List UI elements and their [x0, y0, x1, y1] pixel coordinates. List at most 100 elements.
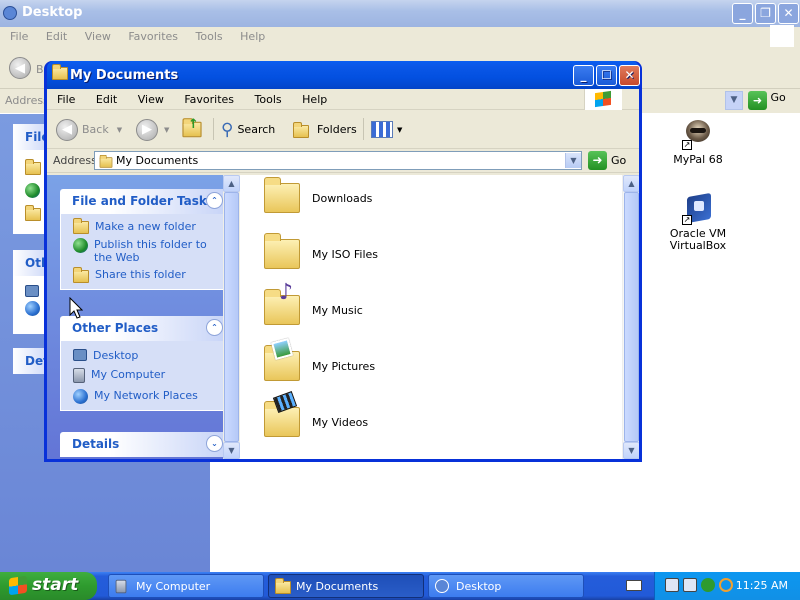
windows-flag-icon	[584, 89, 622, 110]
file-folder-tasks-panel: File and Folder Tasks ⌃ Make a new folde…	[60, 189, 228, 290]
menu-view[interactable]: View	[138, 93, 164, 106]
bg-menu-edit[interactable]: Edit	[46, 30, 67, 43]
background-window-title: Desktop	[22, 5, 83, 20]
task-label: Desktop	[456, 580, 502, 593]
up-arrow-icon: ↑	[188, 117, 199, 132]
bg-desktop-icon	[25, 285, 39, 297]
my-computer-link[interactable]: My Computer	[73, 368, 227, 383]
ie-icon	[3, 6, 17, 20]
desktop-icon-virtualbox[interactable]: ↗ Oracle VM VirtualBox	[664, 192, 732, 252]
address-value: My Documents	[116, 154, 199, 167]
file-folder-tasks-heading[interactable]: File and Folder Tasks ⌃	[60, 189, 228, 214]
scroll-up-arrow-icon[interactable]: ▲	[223, 175, 240, 192]
menu-file[interactable]: File	[57, 93, 75, 106]
new-folder-icon	[73, 218, 89, 234]
my-computer-icon	[115, 579, 127, 594]
folders-button[interactable]: Folders	[293, 117, 357, 142]
list-item-my-iso-files[interactable]: My ISO Files	[264, 233, 464, 269]
bg-address-dropdown[interactable]: ▼	[725, 91, 743, 110]
background-menubar: File Edit View Favorites Tools Help	[0, 27, 800, 47]
scroll-down-arrow-icon[interactable]: ▼	[623, 442, 639, 459]
minimize-button[interactable]: _	[573, 65, 594, 86]
menu-tools[interactable]: Tools	[255, 93, 282, 106]
keyboard-icon[interactable]	[626, 580, 642, 591]
list-item-my-pictures[interactable]: My Pictures	[264, 337, 464, 381]
menu-help[interactable]: Help	[302, 93, 327, 106]
window-title: My Documents	[70, 68, 179, 83]
back-button[interactable]: ◀ Back ▼	[56, 117, 122, 142]
windows-logo-icon	[9, 575, 27, 596]
file-list-scroll-thumb[interactable]	[624, 192, 639, 442]
publish-folder-label: Publish this folder to the Web	[94, 238, 207, 264]
bg-menu-help[interactable]: Help	[240, 30, 265, 43]
bg-menu-file[interactable]: File	[10, 30, 28, 43]
system-tray: 11:25 AM	[654, 572, 800, 600]
desktop-icon-virtualbox-label: Oracle VM VirtualBox	[669, 227, 727, 252]
task-desktop[interactable]: Desktop	[428, 574, 584, 598]
search-label: Search	[237, 123, 276, 136]
virtualbox-icon: ↗	[682, 192, 714, 225]
desktop-icon-mypal[interactable]: ↗ MyPal 68	[668, 118, 728, 166]
address-input[interactable]: My Documents ▼	[94, 151, 582, 170]
scroll-up-arrow-icon[interactable]: ▲	[623, 175, 639, 192]
share-folder-link[interactable]: Share this folder	[73, 267, 227, 283]
maximize-button[interactable]: ☐	[596, 65, 617, 86]
network-places-link[interactable]: My Network Places	[73, 389, 227, 404]
bg-minimize-button[interactable]: _	[732, 3, 753, 24]
task-my-documents[interactable]: My Documents	[268, 574, 424, 598]
my-computer-label: My Computer	[91, 368, 166, 381]
file-name: My Videos	[312, 415, 369, 429]
menu-favorites[interactable]: Favorites	[184, 93, 234, 106]
menubar: File Edit View Favorites Tools Help	[47, 89, 639, 110]
make-new-folder-link[interactable]: Make a new folder	[73, 218, 227, 234]
bg-menu-favorites[interactable]: Favorites	[128, 30, 178, 43]
expand-chevron-icon[interactable]: ⌄	[206, 435, 223, 452]
task-my-computer[interactable]: My Computer	[108, 574, 264, 598]
bg-go-button[interactable]: ➜ Go	[748, 91, 792, 110]
task-pane-scrollbar[interactable]: ▲ ▼	[223, 175, 240, 459]
collapse-chevron-icon[interactable]: ⌃	[206, 319, 223, 336]
other-places-title: Other Places	[72, 321, 159, 335]
window-folder-icon	[52, 64, 68, 80]
task-pane-scroll-thumb[interactable]	[224, 192, 239, 442]
clock[interactable]: 11:25 AM	[736, 579, 788, 592]
bg-windows-flag-icon	[770, 25, 794, 47]
toolbar-separator	[213, 118, 214, 140]
network-tray-icon[interactable]	[665, 578, 679, 592]
network-tray-icon-2[interactable]	[683, 578, 697, 592]
list-item-my-videos[interactable]: My Videos	[264, 391, 464, 437]
file-list-scrollbar[interactable]: ▲ ▼	[622, 175, 639, 459]
other-places-heading[interactable]: Other Places ⌃	[60, 316, 228, 341]
bg-close-button[interactable]: ✕	[778, 3, 799, 24]
collapse-chevron-icon[interactable]: ⌃	[206, 192, 223, 209]
publish-folder-link[interactable]: Publish this folder to the Web	[73, 238, 227, 264]
desktop-link[interactable]: Desktop	[73, 349, 227, 362]
list-item-my-music[interactable]: ♪ My Music	[264, 280, 464, 325]
search-button[interactable]: ⚲ Search	[221, 117, 275, 142]
views-button[interactable]: ▼	[371, 117, 402, 142]
go-button[interactable]: ➜ Go	[588, 151, 626, 170]
search-tray-icon[interactable]	[719, 578, 733, 592]
address-folder-icon	[99, 154, 113, 168]
security-tray-icon[interactable]	[701, 578, 715, 592]
window-titlebar[interactable]: My Documents _ ☐ ✕	[47, 61, 640, 89]
bg-share-icon	[25, 205, 41, 221]
ie-icon	[435, 579, 449, 593]
close-button[interactable]: ✕	[619, 65, 640, 86]
address-bar: Address My Documents ▼ ➜ Go	[47, 149, 639, 173]
background-window-titlebar[interactable]: Desktop _ ❐ ✕	[0, 0, 800, 27]
list-item-downloads[interactable]: Downloads	[264, 177, 464, 213]
up-button[interactable]: ↑	[182, 117, 202, 142]
bg-back-label: B	[36, 63, 44, 76]
address-dropdown-icon[interactable]: ▼	[565, 153, 581, 168]
forward-button[interactable]: ▶ ▼	[136, 117, 169, 142]
scroll-down-arrow-icon[interactable]: ▼	[223, 442, 240, 459]
details-title: Details	[72, 437, 120, 451]
menu-edit[interactable]: Edit	[96, 93, 117, 106]
bg-menu-tools[interactable]: Tools	[196, 30, 223, 43]
bg-back-icon[interactable]: ◀	[9, 57, 31, 79]
bg-menu-view[interactable]: View	[85, 30, 111, 43]
bg-maximize-button[interactable]: ❐	[755, 3, 776, 24]
details-heading[interactable]: Details ⌄	[60, 432, 228, 457]
start-button[interactable]: start	[0, 572, 97, 600]
